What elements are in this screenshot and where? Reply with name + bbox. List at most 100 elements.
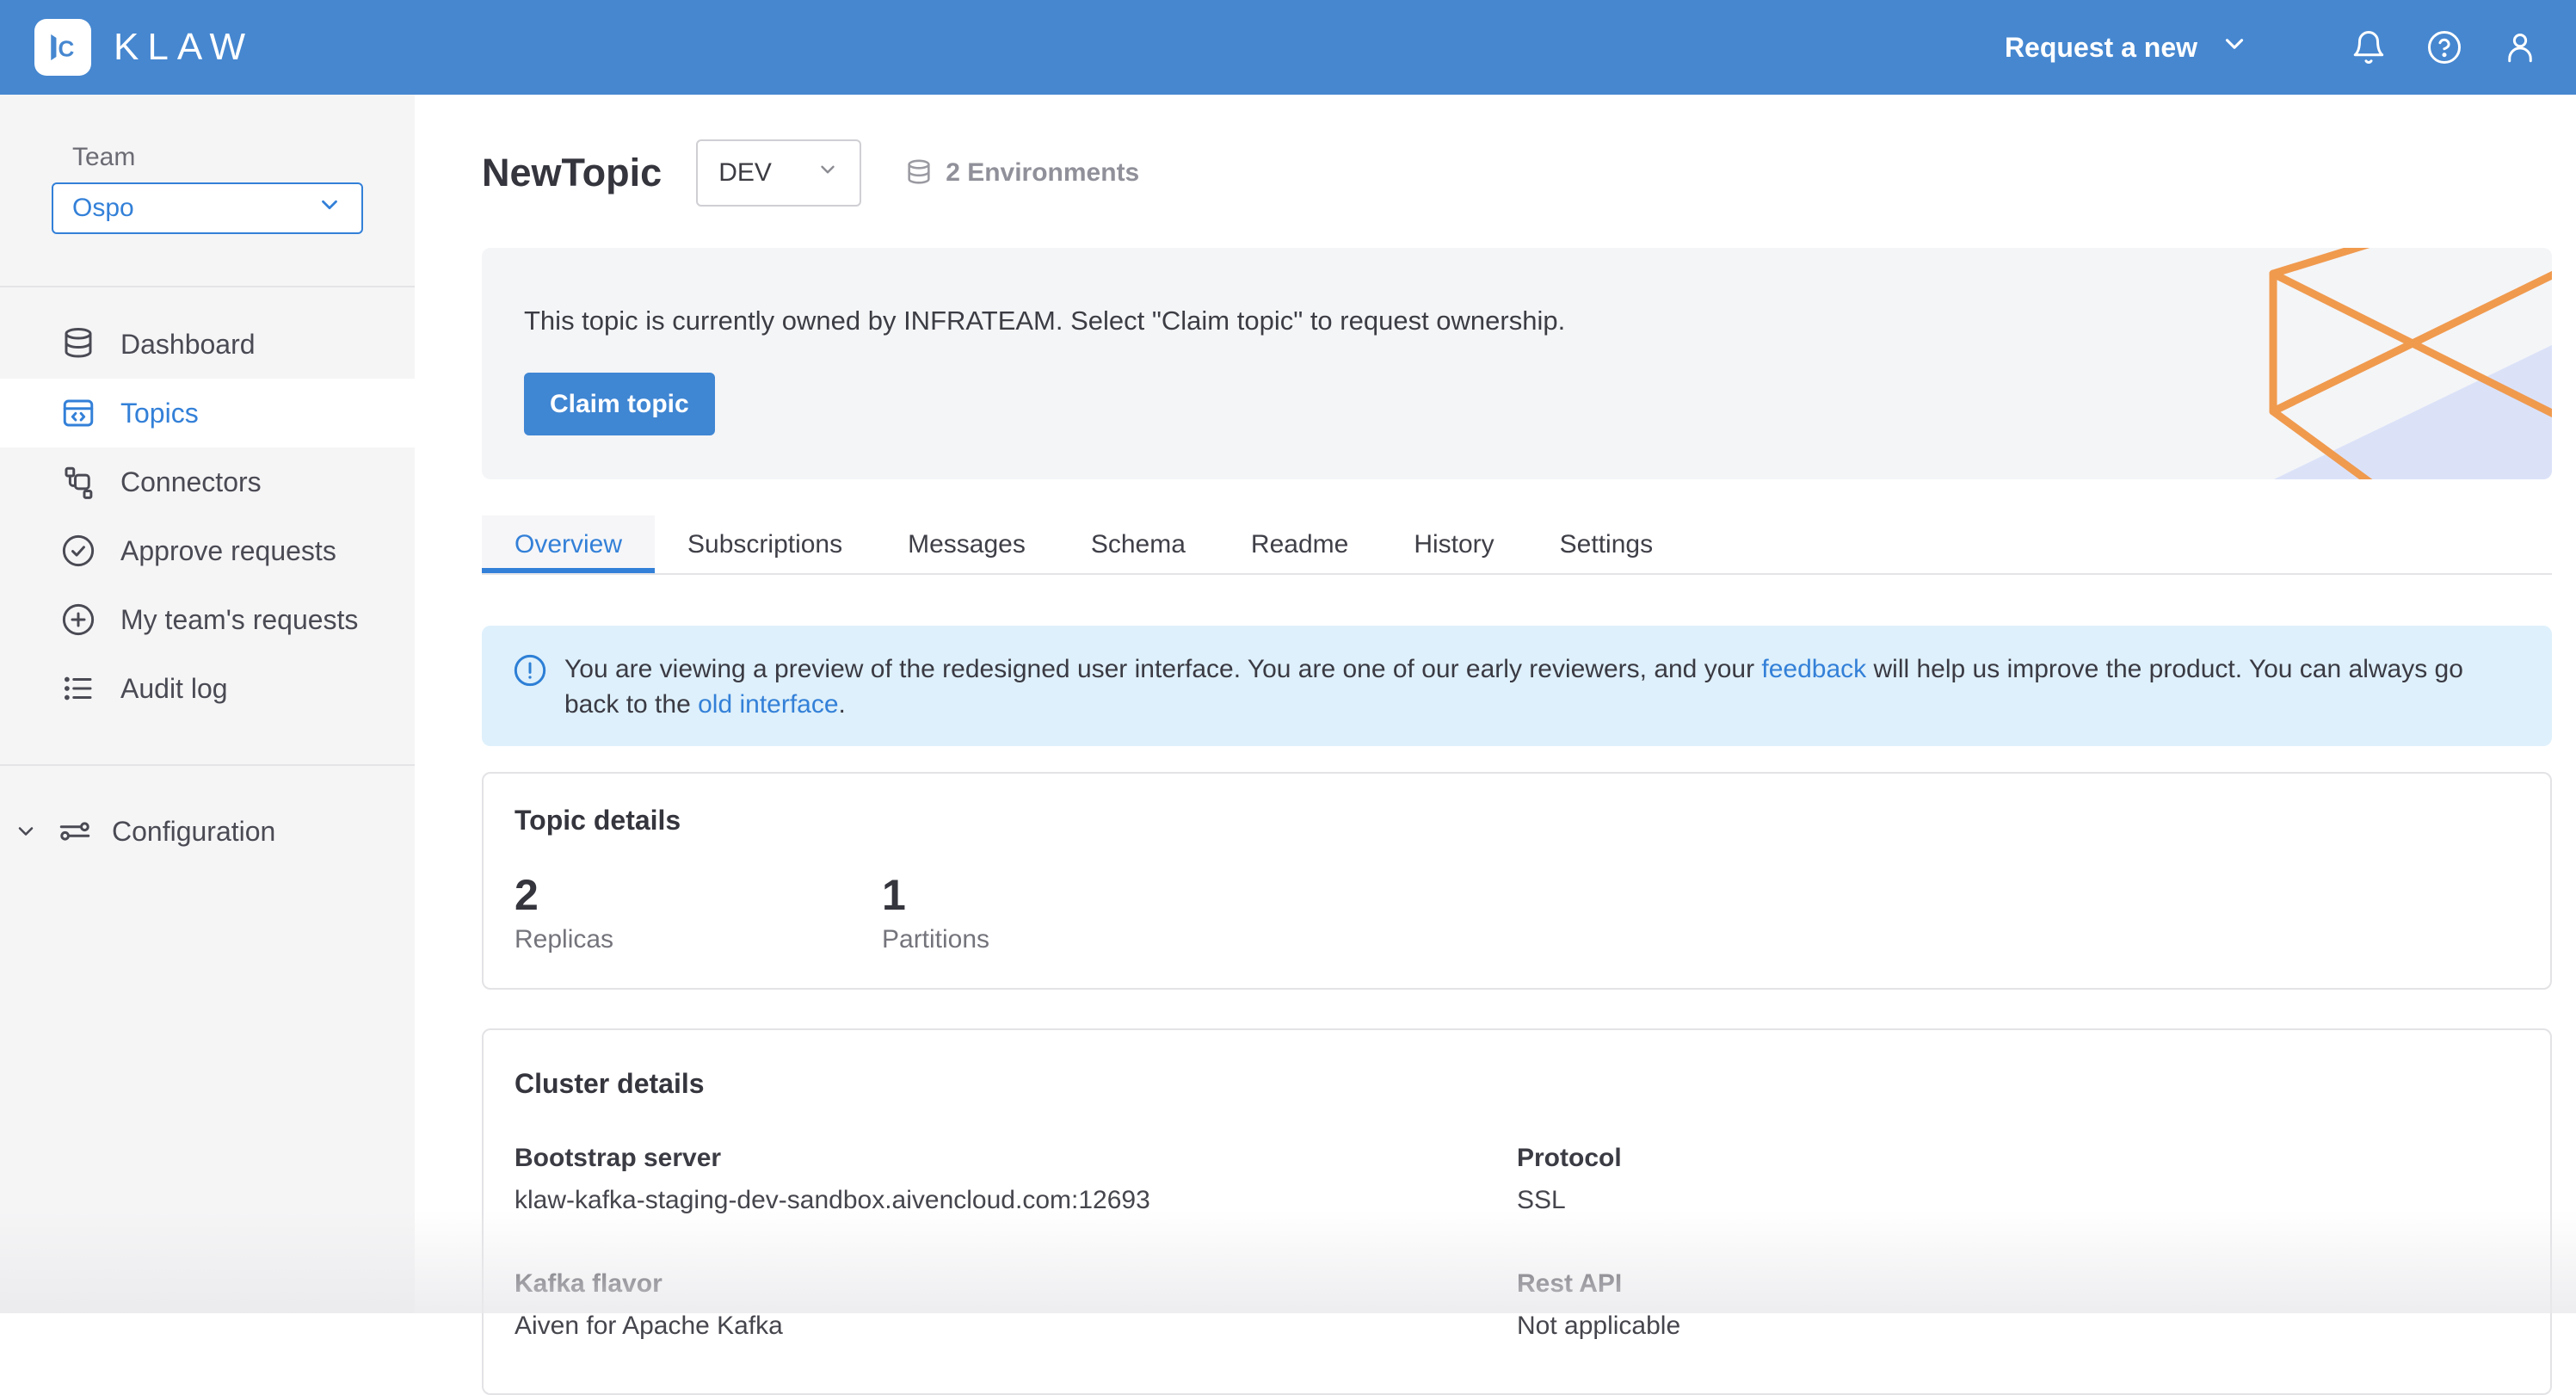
nav-item-label: Dashboard: [120, 329, 256, 361]
team-select[interactable]: Ospo: [52, 182, 363, 234]
nav-item-label: Approve requests: [120, 535, 336, 567]
environments-count-label: 2 Environments: [946, 158, 1139, 188]
stat-value: 1: [882, 873, 1249, 917]
cluster-details-heading: Cluster details: [515, 1068, 2519, 1099]
stat-replicas: 2 Replicas: [515, 873, 882, 954]
field-value: klaw-kafka-staging-dev-sandbox.aivenclou…: [515, 1185, 1517, 1216]
nav-item-label: Topics: [120, 398, 199, 429]
stat-partitions: 1 Partitions: [882, 873, 1249, 954]
app-shell: Team Ospo Dashboard: [0, 95, 2576, 1313]
environments-count: 2 Environments: [904, 158, 1139, 188]
tab-subscriptions[interactable]: Subscriptions: [655, 515, 875, 573]
claim-banner: This topic is currently owned by INFRATE…: [482, 248, 2552, 479]
claim-message: This topic is currently owned by INFRATE…: [524, 306, 2552, 336]
field-label: Bootstrap server: [515, 1144, 1517, 1173]
stat-value: 2: [515, 873, 882, 917]
logo-text: KLAW: [114, 26, 254, 69]
sidebar: Team Ospo Dashboard: [0, 95, 415, 1313]
field-label: Kafka flavor: [515, 1269, 1517, 1299]
title-row: NewTopic DEV 2 Environments: [482, 139, 2552, 207]
chevron-down-icon: [317, 192, 342, 225]
tab-messages[interactable]: Messages: [875, 515, 1058, 573]
sidebar-item-connectors[interactable]: Connectors: [0, 448, 415, 516]
preview-text-1: You are viewing a preview of the redesig…: [564, 655, 1761, 683]
environment-select-value: DEV: [718, 158, 772, 188]
configuration-label: Configuration: [112, 816, 275, 848]
tab-schema[interactable]: Schema: [1058, 515, 1218, 573]
preview-text-3: .: [839, 690, 846, 719]
field-label: Protocol: [1517, 1144, 2519, 1173]
bell-icon: [2351, 29, 2387, 65]
chevron-down-icon: [2220, 29, 2249, 65]
claim-topic-button[interactable]: Claim topic: [524, 373, 715, 435]
main-content: NewTopic DEV 2 Environments This topic i…: [415, 95, 2576, 1313]
connectors-icon: [60, 464, 96, 500]
request-a-new-button[interactable]: Request a new: [2005, 29, 2249, 65]
profile-button[interactable]: [2502, 29, 2538, 65]
field-kafka-flavor: Kafka flavor Aiven for Apache Kafka: [515, 1269, 1517, 1342]
nav-item-label: Audit log: [120, 673, 228, 705]
database-icon: [904, 158, 934, 188]
field-value: Aiven for Apache Kafka: [515, 1311, 1517, 1342]
request-a-new-label: Request a new: [2005, 32, 2197, 64]
chevron-down-icon: [817, 158, 839, 188]
help-icon: [2426, 29, 2462, 65]
field-protocol: Protocol SSL: [1517, 1144, 2519, 1216]
sidebar-item-topics[interactable]: Topics: [0, 379, 415, 448]
sidebar-item-approve-requests[interactable]: Approve requests: [0, 516, 415, 585]
topic-details-card: Topic details 2 Replicas 1 Partitions: [482, 772, 2552, 990]
cluster-details-card: Cluster details Bootstrap server klaw-ka…: [482, 1028, 2552, 1395]
klaw-app: C KLAW Request a new: [0, 0, 2576, 1313]
preview-info-banner: You are viewing a preview of the redesig…: [482, 626, 2552, 746]
user-icon: [2502, 29, 2538, 65]
svg-text:C: C: [59, 35, 75, 61]
tab-overview[interactable]: Overview: [482, 515, 655, 573]
top-header: C KLAW Request a new: [0, 0, 2576, 95]
tab-readme[interactable]: Readme: [1218, 515, 1381, 573]
field-value: SSL: [1517, 1185, 2519, 1216]
topic-details-heading: Topic details: [515, 805, 2519, 836]
sidebar-nav: Dashboard Topics Connectors: [0, 310, 415, 723]
nav-item-label: My team's requests: [120, 604, 358, 636]
topics-icon: [60, 395, 96, 431]
help-button[interactable]: [2426, 29, 2462, 65]
team-label: Team: [72, 143, 363, 172]
klaw-logo-icon: C: [34, 19, 91, 76]
info-icon: [513, 653, 547, 688]
tab-settings[interactable]: Settings: [1527, 515, 1685, 573]
tab-history[interactable]: History: [1381, 515, 1526, 573]
nav-item-label: Connectors: [120, 466, 262, 498]
plus-circle-icon: [60, 602, 96, 638]
klaw-logo[interactable]: C KLAW: [34, 19, 254, 76]
environment-select[interactable]: DEV: [696, 139, 861, 207]
header-actions: Request a new: [2005, 29, 2538, 65]
chevron-down-icon: [14, 819, 38, 843]
old-interface-link[interactable]: old interface: [698, 690, 838, 719]
list-icon: [60, 670, 96, 707]
field-rest-api: Rest API Not applicable: [1517, 1269, 2519, 1342]
field-value: Not applicable: [1517, 1311, 2519, 1342]
notifications-button[interactable]: [2351, 29, 2387, 65]
topic-tabs: Overview Subscriptions Messages Schema R…: [482, 515, 2552, 575]
sidebar-item-dashboard[interactable]: Dashboard: [0, 310, 415, 379]
page-title: NewTopic: [482, 151, 662, 195]
sidebar-item-audit-log[interactable]: Audit log: [0, 654, 415, 723]
cluster-fields: Bootstrap server klaw-kafka-staging-dev-…: [515, 1144, 2519, 1342]
sidebar-item-configuration[interactable]: Configuration: [0, 800, 415, 862]
field-bootstrap-server: Bootstrap server klaw-kafka-staging-dev-…: [515, 1144, 1517, 1216]
sidebar-divider: [0, 286, 415, 287]
stat-label: Partitions: [882, 925, 1249, 954]
preview-banner-text: You are viewing a preview of the redesig…: [564, 651, 2521, 722]
sliders-icon: [57, 813, 93, 849]
sidebar-item-my-teams-requests[interactable]: My team's requests: [0, 585, 415, 654]
field-label: Rest API: [1517, 1269, 2519, 1299]
feedback-link[interactable]: feedback: [1761, 655, 1866, 683]
stat-label: Replicas: [515, 925, 882, 954]
topic-stats: 2 Replicas 1 Partitions: [515, 873, 2519, 954]
team-select-value: Ospo: [72, 194, 134, 223]
database-icon: [60, 326, 96, 362]
hexagon-decoration: [2259, 248, 2552, 479]
sidebar-divider: [0, 764, 415, 766]
team-block: Team Ospo: [0, 143, 415, 234]
check-circle-icon: [60, 533, 96, 569]
